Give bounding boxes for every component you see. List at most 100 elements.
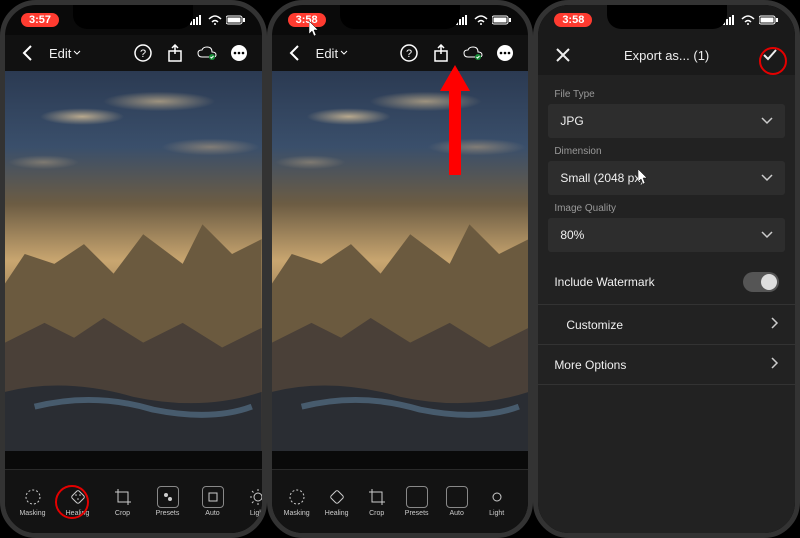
crop-tool[interactable]: Crop bbox=[101, 482, 144, 521]
customize-label: Customize bbox=[566, 318, 623, 332]
presets-icon bbox=[157, 486, 179, 508]
presets-icon bbox=[406, 486, 428, 508]
dimension-label: Dimension bbox=[538, 138, 795, 161]
tool-label: Auto bbox=[449, 510, 463, 517]
light-icon bbox=[247, 486, 262, 508]
wifi-icon bbox=[741, 15, 755, 25]
masking-tool[interactable]: Masking bbox=[11, 482, 54, 521]
bottom-toolbar: Masking Healing Crop Presets Auto Light … bbox=[272, 469, 529, 533]
auto-tool[interactable]: Auto bbox=[438, 482, 476, 521]
confirm-button[interactable] bbox=[759, 44, 781, 66]
quality-label: Image Quality bbox=[538, 195, 795, 218]
notch bbox=[73, 5, 193, 29]
top-bar: Edit ? bbox=[5, 35, 262, 71]
light-tool[interactable]: Light bbox=[478, 482, 516, 521]
watermark-row: Include Watermark bbox=[538, 260, 795, 305]
masking-tool[interactable]: Masking bbox=[278, 482, 316, 521]
more-options-label: More Options bbox=[554, 358, 626, 372]
export-header: Export as... (1) bbox=[538, 35, 795, 75]
phone-screenshot-1: 3:57 Edit ? Masking Healing Crop Pres bbox=[0, 0, 267, 538]
masking-icon bbox=[286, 486, 308, 508]
tool-label: Presets bbox=[405, 510, 429, 517]
tool-label: Masking bbox=[19, 510, 45, 517]
edit-menu[interactable]: Edit bbox=[316, 46, 348, 61]
chevron-right-icon bbox=[771, 317, 779, 332]
filetype-value: JPG bbox=[560, 114, 583, 128]
more-icon[interactable] bbox=[228, 42, 250, 64]
chevron-down-icon bbox=[761, 228, 773, 242]
more-options-row[interactable]: More Options bbox=[538, 345, 795, 385]
edit-menu[interactable]: Edit bbox=[49, 46, 81, 61]
light-icon bbox=[486, 486, 508, 508]
healing-icon bbox=[326, 486, 348, 508]
crop-icon bbox=[366, 486, 388, 508]
phone-screenshot-2: 3:58 Edit ? Masking Healing Crop Pres bbox=[267, 0, 534, 538]
tool-label: Healing bbox=[325, 510, 349, 517]
share-icon[interactable] bbox=[430, 42, 452, 64]
crop-icon bbox=[112, 486, 134, 508]
tool-label: Auto bbox=[205, 510, 219, 517]
export-title: Export as... (1) bbox=[574, 48, 759, 63]
healing-tool[interactable]: Healing bbox=[56, 482, 99, 521]
healing-tool[interactable]: Healing bbox=[318, 482, 356, 521]
share-icon[interactable] bbox=[164, 42, 186, 64]
color-tool[interactable]: C bbox=[518, 482, 529, 521]
quality-select[interactable]: 80% bbox=[548, 218, 785, 252]
cloud-sync-icon[interactable] bbox=[196, 42, 218, 64]
close-button[interactable] bbox=[552, 44, 574, 66]
tool-label: Masking bbox=[284, 510, 310, 517]
photo-preview[interactable] bbox=[272, 71, 529, 451]
auto-icon bbox=[446, 486, 468, 508]
presets-tool[interactable]: Presets bbox=[398, 482, 436, 521]
more-icon[interactable] bbox=[494, 42, 516, 64]
filetype-label: File Type bbox=[538, 81, 795, 104]
tool-label: Light bbox=[489, 510, 504, 517]
dimension-select[interactable]: Small (2048 px) bbox=[548, 161, 785, 195]
bottom-toolbar: Masking Healing Crop Presets Auto Light bbox=[5, 469, 262, 533]
notch bbox=[607, 5, 727, 29]
healing-icon bbox=[67, 486, 89, 508]
time-pill: 3:58 bbox=[554, 13, 592, 27]
time-pill: 3:57 bbox=[21, 13, 59, 27]
wifi-icon bbox=[208, 15, 222, 25]
cloud-sync-icon[interactable] bbox=[462, 42, 484, 64]
dimension-value: Small (2048 px) bbox=[560, 171, 644, 185]
presets-tool[interactable]: Presets bbox=[146, 482, 189, 521]
chevron-right-icon bbox=[771, 357, 779, 372]
customize-row[interactable]: Customize bbox=[538, 305, 795, 345]
chevron-down-icon bbox=[761, 114, 773, 128]
battery-icon bbox=[759, 15, 779, 25]
auto-tool[interactable]: Auto bbox=[191, 482, 234, 521]
color-icon bbox=[518, 486, 529, 508]
phone-screenshot-3: 3:58 Export as... (1) File Type JPG Dime… bbox=[533, 0, 800, 538]
crop-tool[interactable]: Crop bbox=[358, 482, 396, 521]
help-icon[interactable]: ? bbox=[398, 42, 420, 64]
top-bar: Edit ? bbox=[272, 35, 529, 71]
filetype-select[interactable]: JPG bbox=[548, 104, 785, 138]
watermark-toggle[interactable] bbox=[743, 272, 779, 292]
tool-label: C bbox=[526, 510, 528, 517]
svg-text:?: ? bbox=[140, 48, 146, 60]
tool-label: Presets bbox=[156, 510, 180, 517]
wifi-icon bbox=[474, 15, 488, 25]
light-tool[interactable]: Light bbox=[236, 482, 262, 521]
help-icon[interactable]: ? bbox=[132, 42, 154, 64]
export-body: File Type JPG Dimension Small (2048 px) … bbox=[538, 75, 795, 533]
photo-preview[interactable] bbox=[5, 71, 262, 451]
svg-text:?: ? bbox=[406, 48, 412, 60]
back-button[interactable] bbox=[284, 42, 306, 64]
auto-icon bbox=[202, 486, 224, 508]
tool-label: Crop bbox=[369, 510, 384, 517]
quality-value: 80% bbox=[560, 228, 584, 242]
watermark-label: Include Watermark bbox=[554, 275, 654, 289]
battery-icon bbox=[226, 15, 246, 25]
tool-label: Crop bbox=[115, 510, 130, 517]
notch bbox=[340, 5, 460, 29]
chevron-down-icon bbox=[761, 171, 773, 185]
tool-label: Light bbox=[250, 510, 262, 517]
masking-icon bbox=[22, 486, 44, 508]
back-button[interactable] bbox=[17, 42, 39, 64]
battery-icon bbox=[492, 15, 512, 25]
tool-label: Healing bbox=[66, 510, 90, 517]
time-pill: 3:58 bbox=[288, 13, 326, 27]
